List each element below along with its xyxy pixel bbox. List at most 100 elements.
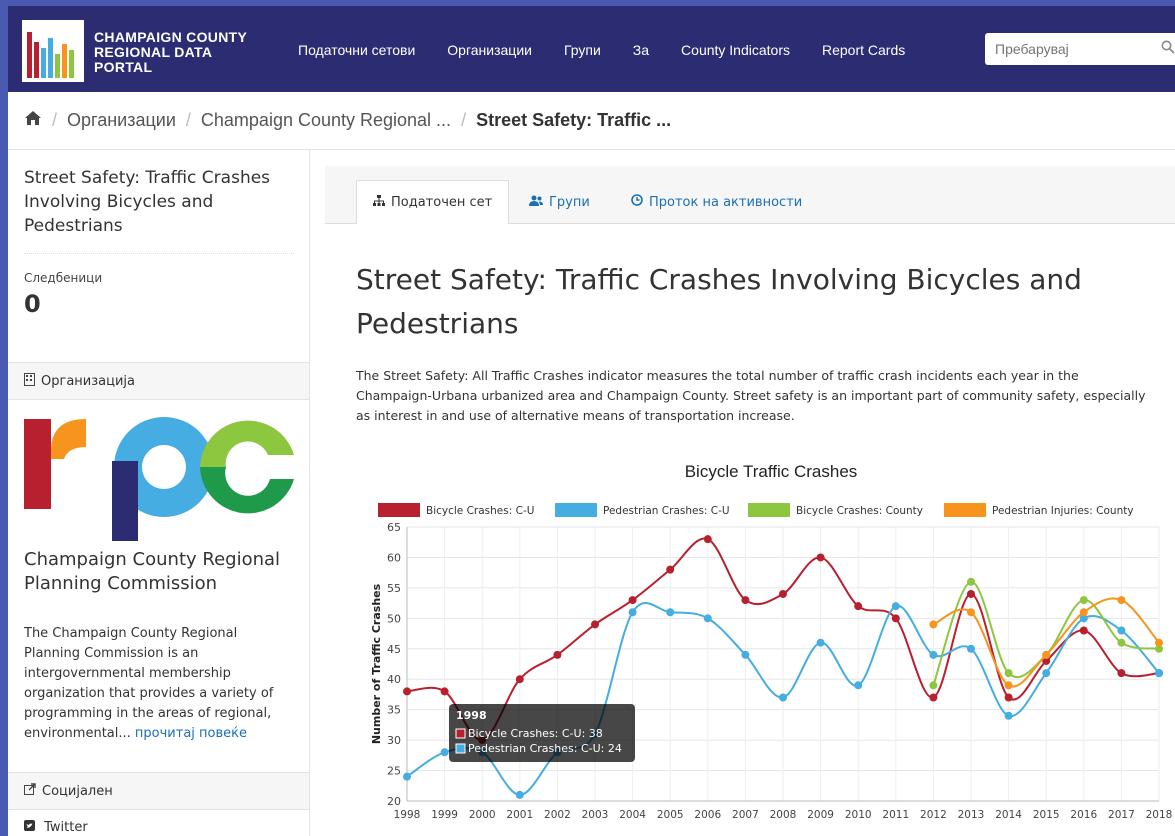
- data-point: [779, 589, 787, 598]
- x-tick-label: 2004: [619, 809, 646, 821]
- legend-label: Bicycle Crashes: County: [796, 505, 923, 517]
- tooltip-line: Bicycle Crashes: C-U: 38: [468, 727, 603, 740]
- tooltip-swatch: [455, 743, 466, 754]
- nav-county-indicators[interactable]: County Indicators: [681, 42, 790, 58]
- breadcrumb-dataset[interactable]: Street Safety: Traffic ...: [476, 110, 671, 131]
- twitter-link[interactable]: Twitter: [24, 820, 88, 835]
- nav-organizations[interactable]: Организации: [447, 42, 532, 58]
- legend-swatch: [555, 503, 597, 517]
- building-icon: [24, 372, 35, 390]
- top-navbar: CHAMPAIGN COUNTY REGIONAL DATA PORTAL По…: [8, 6, 1175, 92]
- data-point: [1079, 596, 1088, 605]
- app-window: CHAMPAIGN COUNTY REGIONAL DATA PORTAL По…: [8, 6, 1175, 836]
- divider: [24, 253, 294, 254]
- breadcrumb: / Организации / Champaign County Regiona…: [8, 92, 1175, 150]
- x-tick-label: 2000: [469, 809, 496, 821]
- data-point: [553, 650, 562, 659]
- x-tick-label: 1999: [431, 809, 458, 821]
- x-tick-label: 2006: [694, 809, 721, 821]
- data-point: [1042, 669, 1051, 678]
- y-tick-label: 30: [387, 734, 401, 747]
- portal-logo-text[interactable]: CHAMPAIGN COUNTY REGIONAL DATA PORTAL: [94, 30, 247, 75]
- portal-logo-icon[interactable]: [22, 20, 84, 82]
- data-point: [1117, 626, 1126, 635]
- x-tick-label: 2013: [958, 809, 985, 821]
- legend-label: Bicycle Crashes: C-U: [426, 505, 534, 517]
- data-point: [854, 602, 863, 611]
- data-point: [1155, 669, 1163, 678]
- x-tick-label: 2015: [1033, 809, 1060, 821]
- y-tick-label: 35: [387, 704, 401, 717]
- nav-about[interactable]: За: [633, 42, 649, 58]
- rpc-logo[interactable]: [24, 415, 294, 541]
- main-nav: Податочни сетови Организации Групи За Co…: [298, 42, 937, 58]
- search-input[interactable]: [995, 34, 1155, 64]
- data-point: [403, 687, 411, 696]
- sidebar: Street Safety: Traffic Crashes Involving…: [8, 150, 310, 836]
- data-point: [967, 608, 975, 617]
- data-point: [1042, 650, 1051, 659]
- read-more-link[interactable]: прочитај повеќе: [135, 726, 247, 741]
- data-point: [1079, 608, 1088, 617]
- data-point: [741, 596, 750, 605]
- followers-count: 0: [24, 290, 41, 318]
- data-point: [403, 772, 411, 781]
- data-point: [591, 620, 599, 629]
- data-point: [703, 535, 712, 544]
- data-point: [628, 608, 637, 617]
- data-point: [515, 675, 524, 684]
- data-point: [1004, 693, 1013, 702]
- organization-name[interactable]: Champaign County Regional Planning Commi…: [24, 548, 294, 596]
- data-point: [703, 614, 712, 623]
- breadcrumb-separator: /: [461, 110, 467, 130]
- data-point: [967, 577, 975, 586]
- breadcrumb-organizations[interactable]: Организации: [67, 110, 176, 131]
- nav-report-cards[interactable]: Report Cards: [822, 42, 905, 58]
- y-tick-label: 25: [387, 765, 401, 778]
- data-point: [929, 650, 938, 659]
- data-point: [515, 790, 524, 799]
- home-icon[interactable]: [24, 110, 42, 131]
- data-point: [741, 650, 750, 659]
- logo-line: CHAMPAIGN COUNTY: [94, 29, 248, 45]
- x-tick-label: 2011: [882, 809, 909, 821]
- logo-line: PORTAL: [94, 59, 153, 75]
- y-tick-label: 45: [387, 643, 401, 656]
- x-tick-label: 2017: [1108, 809, 1135, 821]
- y-tick-label: 55: [387, 582, 401, 595]
- x-tick-label: 2005: [657, 809, 684, 821]
- sidebar-dataset-title: Street Safety: Traffic Crashes Involving…: [24, 168, 271, 236]
- x-tick-label: 2003: [582, 809, 609, 821]
- data-point: [1117, 596, 1126, 605]
- x-tick-label: 2002: [544, 809, 571, 821]
- organization-description-text: The Champaign County Regional Planning C…: [24, 626, 274, 741]
- data-point: [1004, 681, 1013, 690]
- x-tick-label: 1998: [394, 809, 421, 821]
- data-point: [440, 748, 449, 757]
- x-tick-label: 2018: [1146, 809, 1173, 821]
- legend-swatch: [378, 503, 420, 517]
- data-point: [967, 644, 975, 653]
- search-icon[interactable]: [1161, 40, 1175, 58]
- data-point: [929, 693, 938, 702]
- data-point: [1004, 711, 1013, 720]
- data-point: [628, 596, 637, 605]
- data-point: [929, 681, 938, 690]
- breadcrumb-separator: /: [185, 110, 191, 130]
- x-tick-label: 2012: [920, 809, 947, 821]
- y-tick-label: 20: [387, 795, 401, 808]
- x-tick-label: 2009: [807, 809, 834, 821]
- data-point: [1117, 669, 1126, 678]
- nav-groups[interactable]: Групи: [564, 42, 601, 58]
- share-icon: [24, 783, 36, 799]
- x-tick-label: 2014: [995, 809, 1022, 821]
- y-tick-label: 60: [387, 551, 401, 564]
- social-section-label: Социјален: [42, 783, 113, 799]
- nav-datasets[interactable]: Податочни сетови: [298, 42, 415, 58]
- breadcrumb-organization[interactable]: Champaign County Regional ...: [201, 110, 451, 131]
- bicycle-crashes-chart: Bicycle Traffic Crashes Bicycle Crashes: …: [370, 462, 1173, 821]
- twitter-label: Twitter: [44, 820, 88, 835]
- data-point: [816, 638, 825, 647]
- data-point: [440, 687, 449, 696]
- data-point: [891, 614, 900, 623]
